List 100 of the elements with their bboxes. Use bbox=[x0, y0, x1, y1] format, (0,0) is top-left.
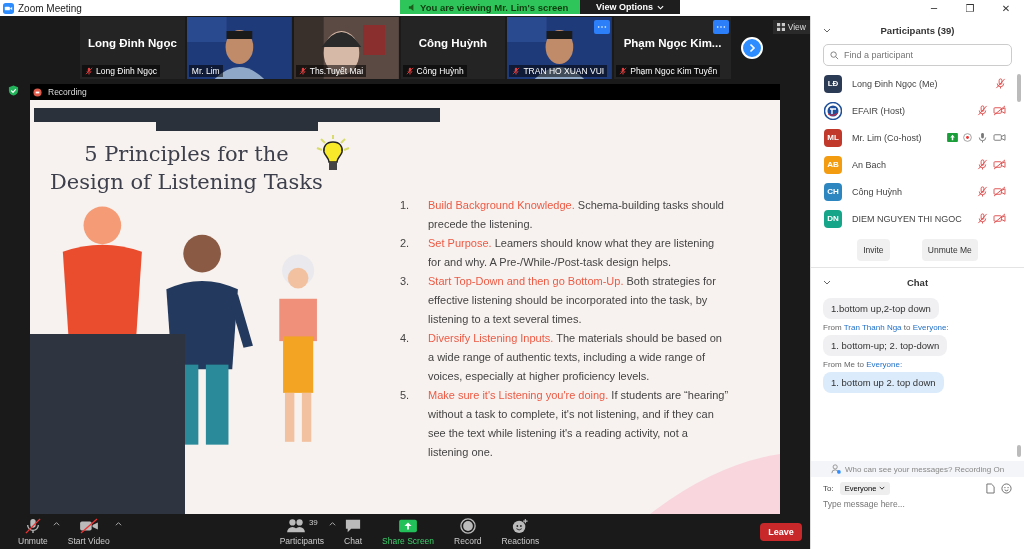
list-number: 2. bbox=[400, 236, 411, 251]
participant-name: Long Đinh Ngọc bbox=[88, 37, 177, 49]
file-icon[interactable] bbox=[986, 482, 995, 494]
collapse-icon[interactable] bbox=[823, 27, 831, 33]
list-number: 1. bbox=[400, 198, 411, 213]
chat-icon bbox=[344, 517, 363, 534]
chat-message: 1. bottom up 2. top down bbox=[823, 372, 944, 393]
search-input[interactable]: Find a participant bbox=[842, 49, 1011, 61]
participant-row[interactable]: ML Mr. Lim (Co-host) bbox=[811, 124, 1024, 151]
recipient-label: To: bbox=[823, 483, 834, 493]
view-button[interactable]: View bbox=[772, 20, 810, 34]
name-label: Mr. Lim bbox=[188, 65, 223, 77]
video-tile[interactable]: Công Huỳnh Công Huỳnh bbox=[400, 17, 506, 79]
principle-text: Make sure it's Listening you're doing. If students are “hearing” without a task to complete, it's not listening, and if they can see the text while listening it's a reading activity, not a listening one. bbox=[428, 388, 730, 460]
scrollbar[interactable] bbox=[1017, 74, 1021, 102]
message-sender: From Me to Everyone: bbox=[823, 360, 903, 369]
person-icon bbox=[830, 464, 841, 474]
avatar: ML bbox=[824, 128, 842, 147]
name-label: Phạm Ngọc Kim Tuyến bbox=[616, 65, 721, 77]
scrollbar[interactable] bbox=[1017, 445, 1021, 457]
toolbar-button[interactable]: Unmute bbox=[8, 517, 58, 546]
video-tile[interactable]: Long Đinh Ngọc Long Đinh Ngọc bbox=[80, 17, 185, 79]
emoji-icon[interactable] bbox=[1001, 482, 1012, 494]
message-sender: From Tran Thanh Nga to Everyone: bbox=[823, 323, 949, 332]
principle-text: Start Top-Down and then go Bottom-Up. Both strategies for effective listening should be incorporated into the task, by listening to a text several times. bbox=[428, 274, 717, 327]
search-field[interactable]: Find a participant bbox=[823, 44, 1012, 66]
participant-name: Phạm Ngọc Kim... bbox=[623, 37, 722, 49]
video-off-icon bbox=[78, 517, 99, 534]
video-tile[interactable]: Ths.Tuyết Mai bbox=[293, 17, 399, 79]
participant-row[interactable]: CH Công Huỳnh bbox=[811, 178, 1024, 205]
next-page-button[interactable] bbox=[740, 37, 763, 59]
participant-row[interactable]: DN DIEM NGUYEN THI NGOC bbox=[811, 205, 1024, 231]
smiley-icon bbox=[511, 517, 530, 534]
name-label: TRAN HO XUAN VUI bbox=[509, 65, 608, 77]
caret-icon[interactable] bbox=[329, 520, 337, 526]
caret-icon bbox=[656, 4, 664, 10]
panel-title: Participants (39) bbox=[880, 24, 955, 36]
people-icon bbox=[285, 517, 306, 534]
participant-name: Long Đinh Ngọc (Me) bbox=[852, 78, 939, 89]
participant-row[interactable]: EFAIR (Host) bbox=[811, 97, 1024, 124]
logo-avatar bbox=[824, 101, 842, 120]
name-label: Công Huỳnh bbox=[402, 65, 467, 77]
video-tile[interactable]: Mr. Lim bbox=[186, 17, 292, 79]
avatar: LĐ bbox=[824, 74, 842, 93]
panel-button[interactable]: Invite bbox=[857, 239, 890, 261]
principle-text: Build Background Knowledge. Schema-building tasks should precede the listening. bbox=[428, 198, 725, 232]
participant-name: DIEM NGUYEN THI NGOC bbox=[852, 213, 963, 224]
more-button[interactable] bbox=[594, 20, 611, 34]
name-label: Ths.Tuyết Mai bbox=[295, 65, 367, 77]
record-icon bbox=[459, 517, 476, 534]
toolbar-button[interactable]: Start Video bbox=[57, 517, 120, 546]
grid-icon bbox=[776, 23, 785, 31]
list-number: 3. bbox=[400, 274, 411, 289]
search-icon bbox=[830, 50, 839, 60]
list-number: 4. bbox=[400, 331, 411, 346]
principle-text: Set Purpose. Leamers should know what they are listening for and why. A Pre-/While-/Post-task design helps. bbox=[428, 236, 716, 270]
toolbar-button[interactable]: Chat bbox=[334, 517, 373, 546]
participant-name: Công Huỳnh bbox=[418, 37, 488, 49]
dots-icon bbox=[597, 25, 608, 29]
viewing-banner: You are viewing Mr. Lim's screen bbox=[400, 0, 580, 14]
name-label: Long Đinh Ngọc bbox=[82, 65, 160, 77]
recording-icon bbox=[33, 87, 42, 97]
caret-icon[interactable] bbox=[114, 520, 122, 526]
leave-button[interactable]: Leave bbox=[760, 522, 802, 541]
panel-title: Chat bbox=[906, 276, 929, 288]
list-number: 5. bbox=[400, 388, 411, 403]
participant-row[interactable]: AB An Bach bbox=[811, 151, 1024, 178]
avatar: CH bbox=[824, 182, 842, 201]
window-control[interactable]: ─ bbox=[916, 1, 952, 15]
participant-name: An Bach bbox=[852, 159, 888, 170]
toolbar-button[interactable]: 39 Participants bbox=[269, 517, 335, 546]
toolbar-button[interactable]: Record bbox=[444, 517, 492, 546]
participant-name: Mr. Lim (Co-host) bbox=[852, 132, 923, 143]
toolbar-button[interactable]: Share Screen bbox=[372, 517, 445, 546]
principle-text: Diversify Listening Inputs. The materials should be based on a wide range of authentic texts, including a wide range of voices, especially at higher proficiency levels. bbox=[428, 331, 723, 384]
recording-label: Recording bbox=[48, 87, 87, 97]
collapse-icon[interactable] bbox=[823, 279, 831, 285]
chat-message: 1.bottom up,2-top down bbox=[823, 298, 939, 319]
shield-icon[interactable] bbox=[8, 85, 19, 96]
view-options-button[interactable]: View Options bbox=[580, 0, 680, 14]
dots-icon bbox=[715, 25, 726, 29]
caret-icon[interactable] bbox=[52, 520, 60, 526]
caret-icon bbox=[879, 486, 886, 490]
video-tile[interactable]: TRAN HO XUAN VUI bbox=[507, 17, 613, 79]
share-screen-icon bbox=[398, 517, 419, 534]
participant-name: EFAIR (Host) bbox=[852, 105, 906, 116]
participant-name: Công Huỳnh bbox=[852, 186, 904, 197]
panel-button[interactable]: Unmute Me bbox=[921, 239, 978, 261]
window-control[interactable]: ✕ bbox=[988, 1, 1024, 15]
more-button[interactable] bbox=[712, 20, 729, 34]
video-tile[interactable]: Phạm Ngọc Kim... Phạm Ngọc Kim Tuyến bbox=[614, 17, 731, 79]
slide-title: 5 Principles for the Design of Listening Tasks bbox=[50, 141, 323, 196]
muted-mic-icon bbox=[23, 517, 42, 534]
window-control[interactable]: ❐ bbox=[952, 1, 988, 15]
toolbar-button[interactable]: Reactions bbox=[491, 517, 550, 546]
chat-message: 1. bottom-up; 2. top-down bbox=[823, 335, 948, 356]
participant-row[interactable]: LĐ Long Đinh Ngọc (Me) bbox=[811, 70, 1024, 97]
avatar: DN bbox=[824, 209, 842, 228]
window-title: Zoom Meeting bbox=[18, 2, 82, 14]
avatar: AB bbox=[824, 155, 842, 174]
